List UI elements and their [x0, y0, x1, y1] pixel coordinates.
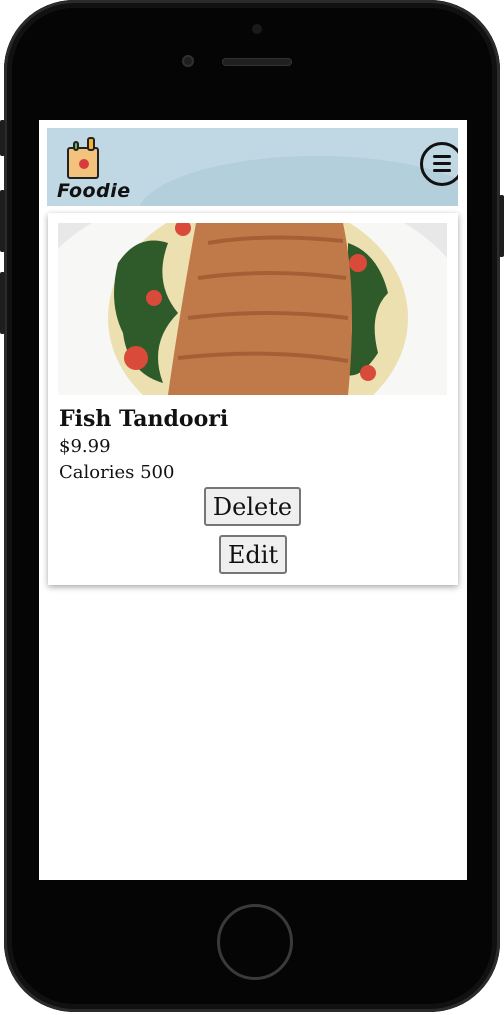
- foodie-logo[interactable]: Foodie: [53, 133, 133, 203]
- food-calories: Calories 500: [59, 462, 175, 483]
- proximity-sensor: [252, 24, 262, 34]
- hamburger-menu-icon: [433, 155, 451, 158]
- hamburger-menu-button[interactable]: [420, 142, 458, 186]
- app-header: Foodie: [47, 128, 458, 206]
- food-name: Fish Tandoori: [59, 406, 229, 432]
- power-button: [499, 195, 504, 257]
- mute-switch: [0, 120, 5, 156]
- volume-up-button: [0, 190, 5, 252]
- earpiece-speaker: [222, 58, 292, 66]
- food-image: [58, 223, 447, 395]
- hamburger-line: [433, 169, 451, 172]
- hamburger-line: [433, 162, 451, 165]
- app-screen: Foodie Fish Tandoori $9.99 Calories 500 …: [39, 120, 467, 880]
- edit-button[interactable]: Edit: [219, 535, 287, 574]
- home-button[interactable]: [217, 904, 293, 980]
- food-card: Fish Tandoori $9.99 Calories 500 Delete …: [48, 213, 458, 585]
- phone-frame: Foodie Fish Tandoori $9.99 Calories 500 …: [0, 0, 504, 1012]
- logo-text: Foodie: [57, 180, 131, 202]
- delete-button[interactable]: Delete: [204, 487, 301, 526]
- grocery-bag-icon: [67, 137, 99, 179]
- food-price: $9.99: [59, 436, 111, 457]
- front-camera: [182, 55, 194, 67]
- header-wave-decoration: [137, 156, 458, 206]
- volume-down-button: [0, 272, 5, 334]
